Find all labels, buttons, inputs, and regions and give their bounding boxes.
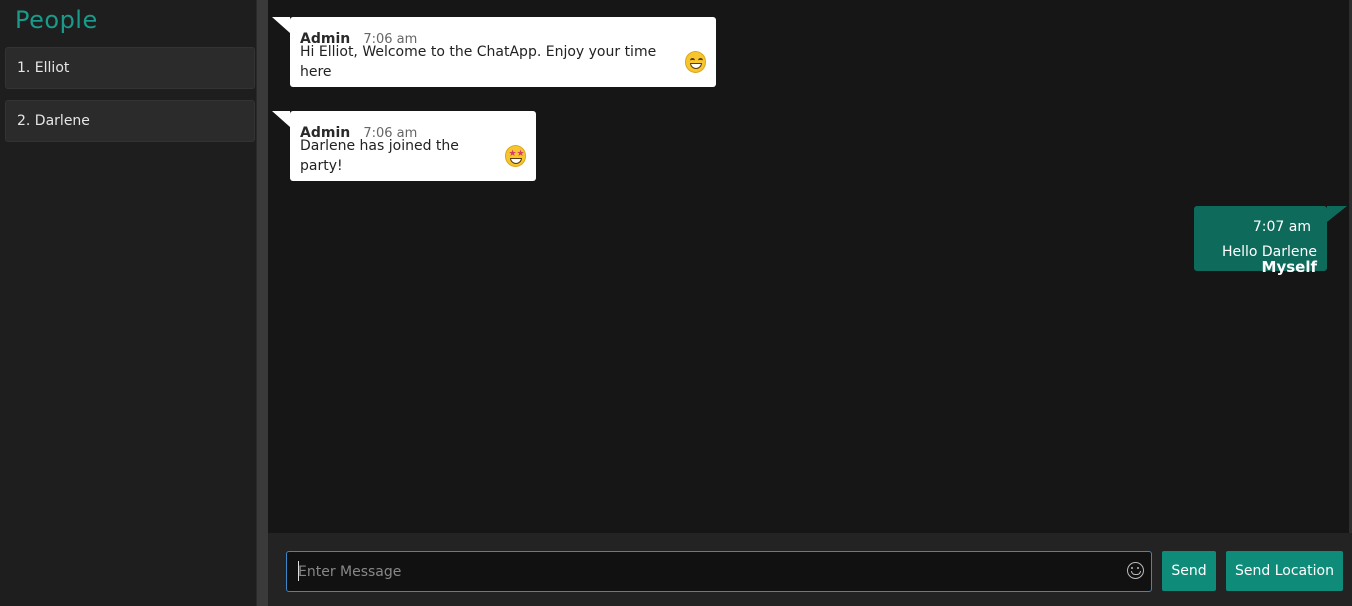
send-location-button[interactable]: Send Location: [1226, 551, 1343, 591]
chat-messages-area: Admin 7:06 am Hi Elliot, Welcome to the …: [268, 0, 1349, 533]
grinning-face-icon: [684, 51, 706, 73]
message-composer: Send Send Location: [268, 533, 1352, 606]
emoji-picker-icon[interactable]: [1127, 562, 1144, 579]
sidebar-divider[interactable]: [256, 0, 268, 606]
message-input[interactable]: [287, 552, 1151, 591]
message-text: Darlene has joined the party!: [300, 138, 459, 174]
people-sidebar: People 1. Elliot 2. Darlene: [0, 0, 256, 606]
text-caret: [298, 561, 299, 581]
message-sender: Myself: [1261, 258, 1317, 276]
outgoing-message: 7:07 am Myself Hello Darlene: [1194, 206, 1347, 276]
incoming-message: Admin 7:06 am Hi Elliot, Welcome to the …: [272, 17, 716, 87]
sidebar-title: People: [15, 6, 98, 34]
message-time: 7:07 am: [1252, 219, 1311, 235]
incoming-message: Admin 7:06 am Darlene has joined the par…: [272, 111, 536, 181]
message-input-wrapper: [286, 551, 1152, 592]
star-struck-icon: ★ ★: [504, 145, 526, 167]
send-button[interactable]: Send: [1162, 551, 1216, 591]
message-text: Hello Darlene: [1221, 244, 1317, 260]
message-text: Hi Elliot, Welcome to the ChatApp. Enjoy…: [300, 44, 657, 80]
person-item-darlene[interactable]: 2. Darlene: [5, 100, 255, 142]
person-item-elliot[interactable]: 1. Elliot: [5, 47, 255, 89]
